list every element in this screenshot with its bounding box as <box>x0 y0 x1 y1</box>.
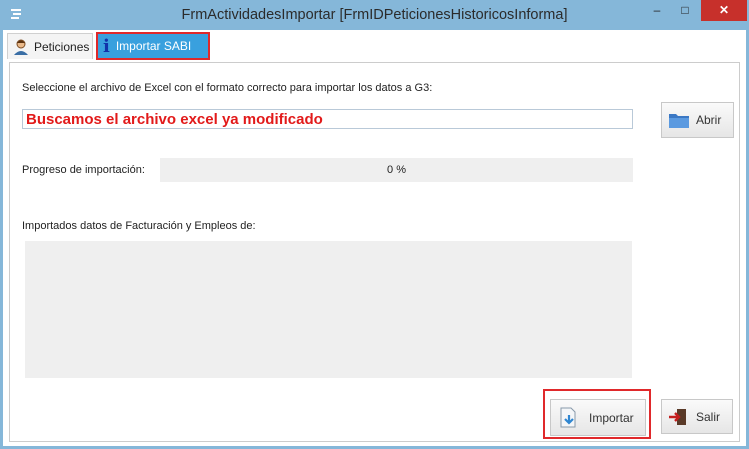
import-button-label: Importar <box>589 410 634 425</box>
window-title: FrmActividadesImportar [FrmIDPeticionesH… <box>181 7 568 23</box>
minimize-button[interactable]: – <box>643 0 671 21</box>
maximize-button[interactable]: □ <box>671 0 699 21</box>
exit-button-label: Salir <box>696 409 721 424</box>
user-icon <box>12 38 30 56</box>
tab-peticiones-label: Peticiones <box>34 39 90 54</box>
select-file-label: Seleccione el archivo de Excel con el fo… <box>22 82 433 94</box>
imported-label: Importados datos de Facturación y Empleo… <box>22 220 256 232</box>
open-button-label: Abrir <box>696 113 722 127</box>
open-button[interactable]: Abrir <box>661 102 734 138</box>
file-path-value: Buscamos el archivo excel ya modificado <box>26 111 323 128</box>
exit-button[interactable]: Salir <box>661 399 733 434</box>
progress-text: 0 % <box>387 164 406 176</box>
title-bar[interactable]: FrmActividadesImportar [FrmIDPeticionesH… <box>0 0 749 30</box>
form-body: Peticiones i Importar SABI Seleccione el… <box>3 30 746 446</box>
app-window: FrmActividadesImportar [FrmIDPeticionesH… <box>0 0 749 449</box>
import-panel: Seleccione el archivo de Excel con el fo… <box>9 62 740 442</box>
file-path-field[interactable]: Buscamos el archivo excel ya modificado <box>22 109 633 129</box>
tab-peticiones[interactable]: Peticiones <box>7 33 93 59</box>
exit-icon <box>668 407 688 427</box>
import-progress-bar: 0 % <box>160 158 633 182</box>
info-icon: i <box>103 35 110 57</box>
import-icon <box>559 407 579 429</box>
tab-importar-sabi-label: Importar SABI <box>115 39 192 53</box>
folder-icon <box>668 111 690 129</box>
tab-importar-sabi[interactable]: i Importar SABI <box>96 32 210 60</box>
tab-strip: Peticiones i Importar SABI <box>3 30 746 62</box>
imported-data-list[interactable] <box>25 241 632 378</box>
close-button[interactable]: ✕ <box>701 0 747 21</box>
import-button[interactable]: Importar <box>550 399 646 436</box>
progress-label: Progreso de importación: <box>22 164 145 176</box>
